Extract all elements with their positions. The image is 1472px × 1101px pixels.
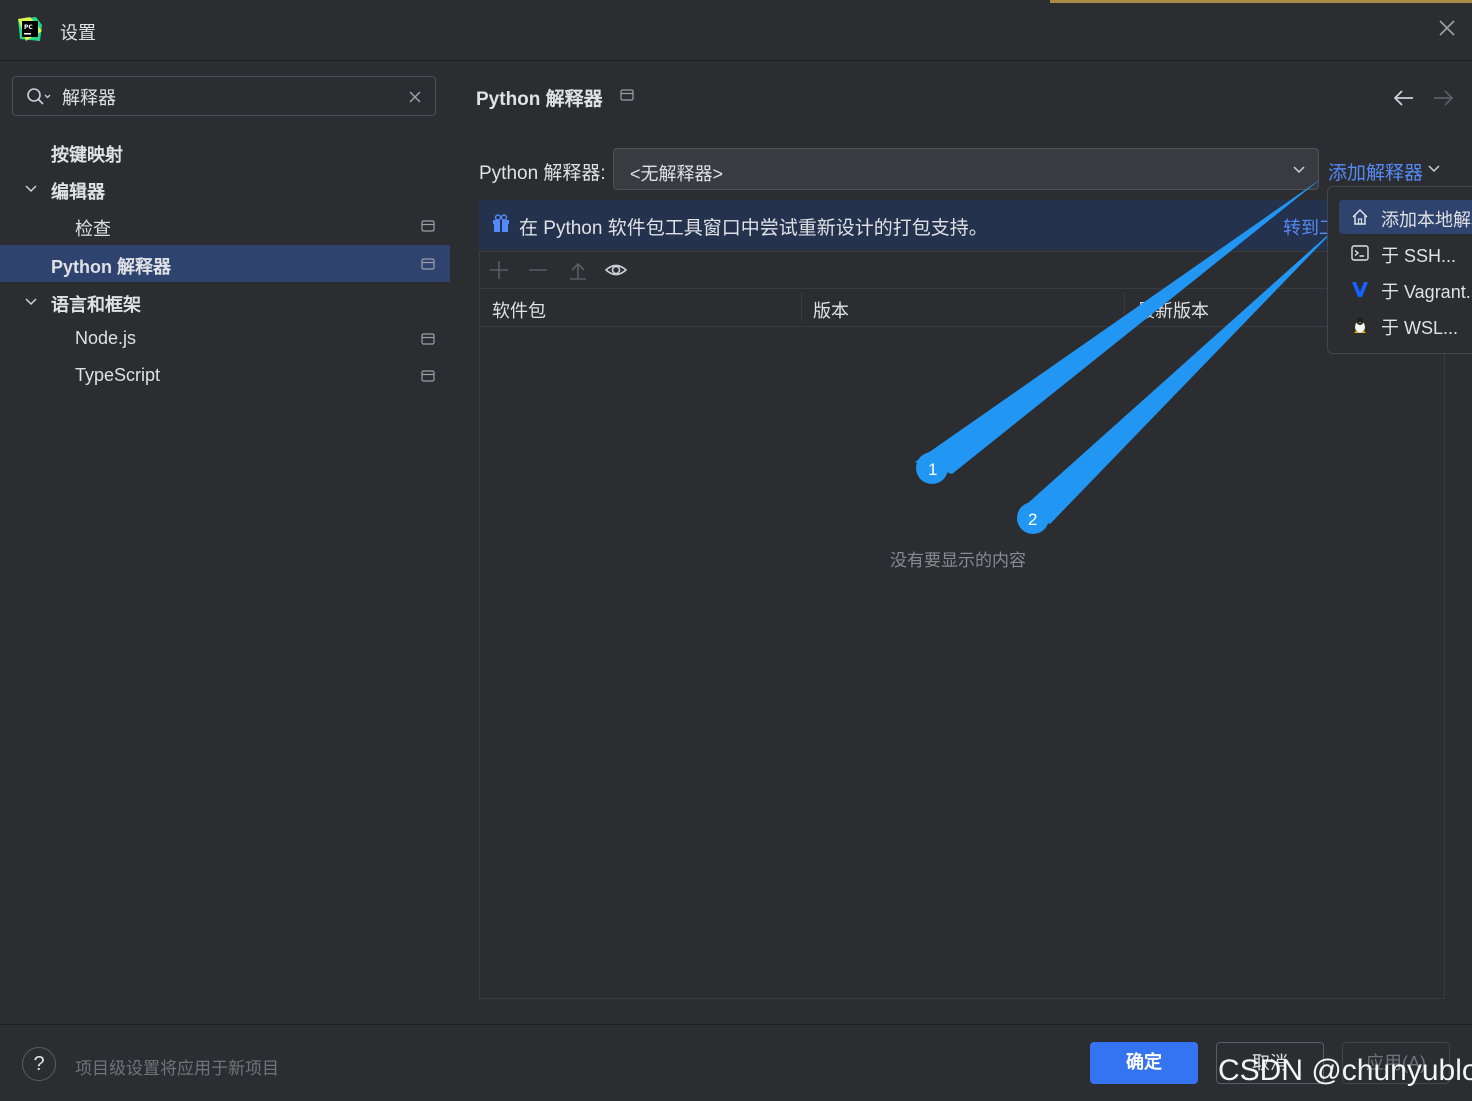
home-icon (1352, 208, 1368, 225)
sidebar-item-typescript[interactable]: TypeScript (0, 357, 450, 394)
menu-item-label: 于 Vagrant... (1381, 282, 1472, 302)
ok-button[interactable]: 确定 (1090, 1042, 1198, 1084)
back-arrow-icon[interactable] (1392, 88, 1416, 108)
gift-icon (493, 214, 509, 232)
upgrade-icon[interactable] (567, 259, 589, 281)
project-scope-icon (421, 220, 435, 232)
sidebar-item-nodejs[interactable]: Node.js (0, 320, 450, 357)
terminal-icon (1351, 245, 1369, 261)
packages-table (479, 251, 1445, 999)
window-title: 设置 (60, 23, 96, 43)
search-input[interactable] (62, 84, 382, 110)
sidebar-item-label: TypeScript (75, 365, 161, 385)
clear-search-icon[interactable] (407, 89, 423, 105)
add-interpreter-link[interactable]: 添加解释器 (1328, 158, 1423, 185)
empty-state-text: 没有要显示的内容 (890, 551, 1026, 570)
project-scope-icon (421, 370, 435, 382)
project-scope-icon (620, 89, 634, 101)
menu-item-on-vagrant[interactable]: 于 Vagrant... (1339, 272, 1472, 306)
close-icon[interactable] (1436, 17, 1458, 39)
project-scope-icon (421, 258, 435, 270)
column-header-package[interactable]: 软件包 (492, 297, 546, 323)
menu-item-label: 于 SSH... (1381, 246, 1457, 266)
sidebar-item-inspections[interactable]: 检查 (0, 207, 450, 244)
interpreter-label: Python 解释器: (479, 163, 606, 184)
menu-item-label: 添加本地解释器... (1381, 210, 1472, 230)
sidebar-item-label: Python 解释器 (51, 257, 171, 277)
banner-text: 在 Python 软件包工具窗口中尝试重新设计的打包支持。 (519, 218, 988, 239)
sidebar-item-python-interpreter[interactable]: Python 解释器 (0, 245, 450, 282)
column-header-latest-version[interactable]: 最新版本 (1137, 297, 1209, 323)
sidebar-item-label: 编辑器 (51, 182, 105, 202)
background-strip (1050, 0, 1472, 3)
footer-note: 项目级设置将应用于新项目 (75, 1059, 279, 1078)
title-bar (0, 0, 1472, 61)
show-early-releases-icon[interactable] (605, 259, 627, 281)
project-scope-icon (421, 333, 435, 345)
pycharm-logo-icon: PC (18, 17, 42, 41)
add-icon[interactable] (488, 259, 510, 281)
svg-text:PC: PC (24, 24, 33, 31)
menu-item-on-ssh[interactable]: 于 SSH... (1339, 236, 1472, 270)
sidebar-item-label: 检查 (75, 219, 111, 239)
banner-link[interactable]: 转到工具窗口 (1283, 214, 1329, 240)
sidebar-item-languages-frameworks[interactable]: 语言和框架 (0, 283, 450, 320)
sidebar-item-label: 语言和框架 (51, 295, 141, 315)
menu-item-label: 于 WSL... (1381, 318, 1459, 338)
watermark: CSDN @chunyublog (1218, 1054, 1472, 1087)
sidebar-item-label: 按键映射 (51, 145, 123, 165)
chevron-down-icon[interactable] (1292, 164, 1306, 176)
chevron-down-icon[interactable] (24, 182, 38, 196)
column-divider[interactable] (1124, 292, 1125, 322)
sidebar-item-keymap[interactable]: 按键映射 (0, 133, 450, 170)
table-header (480, 289, 1444, 327)
menu-item-on-wsl[interactable]: 于 WSL... (1339, 308, 1472, 342)
help-button[interactable]: ? (22, 1047, 56, 1081)
chevron-down-icon[interactable] (24, 295, 38, 309)
menu-item-add-local-interpreter[interactable]: 添加本地解释器... (1339, 200, 1472, 234)
vagrant-icon (1352, 282, 1368, 297)
sidebar-item-editor[interactable]: 编辑器 (0, 170, 450, 207)
sidebar-item-label: Node.js (75, 328, 137, 348)
column-divider[interactable] (801, 292, 802, 322)
search-icon[interactable] (26, 87, 52, 107)
remove-icon[interactable] (527, 259, 549, 281)
linux-icon (1354, 317, 1366, 333)
column-header-version[interactable]: 版本 (813, 297, 849, 323)
interpreter-select-value: <无解释器> (630, 164, 724, 184)
page-title: Python 解释器 (476, 89, 603, 110)
forward-arrow-icon[interactable] (1431, 88, 1455, 108)
chevron-down-icon[interactable] (1427, 163, 1441, 175)
